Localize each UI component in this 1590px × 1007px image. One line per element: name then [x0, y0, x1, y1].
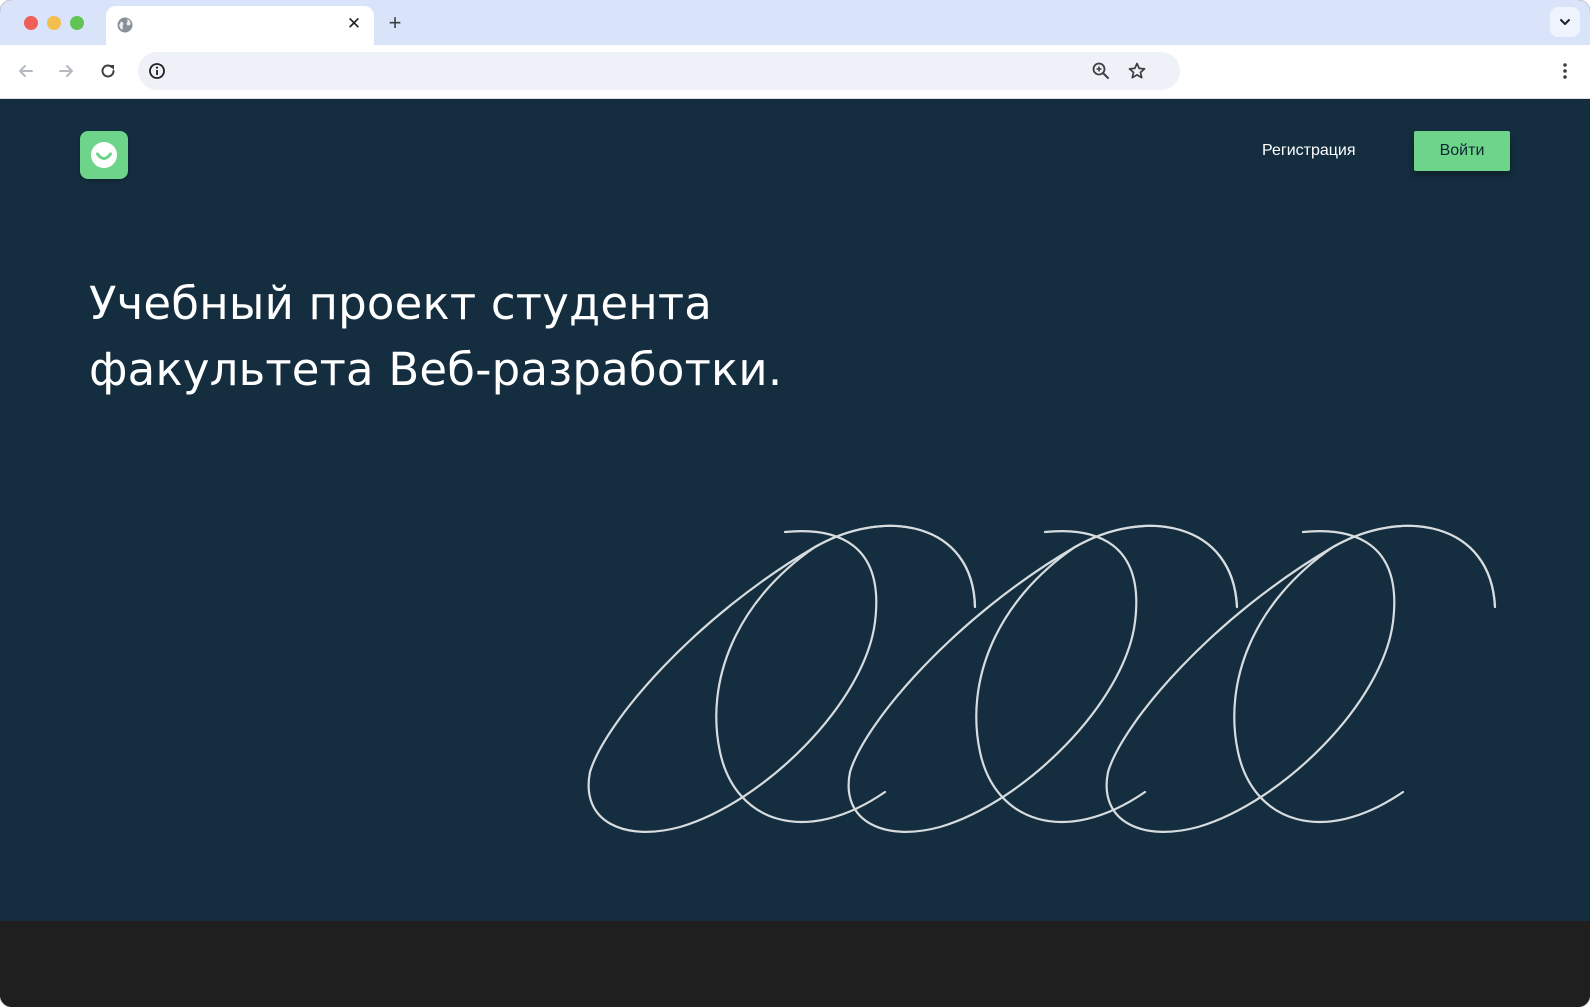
loop-1: [587, 524, 977, 833]
chevron-down-icon: [1560, 19, 1570, 25]
smiley-logo-icon: [91, 142, 117, 168]
star-icon: [1128, 62, 1146, 79]
browser-window: ✕ + Регистрация Войти Учебный проект сту…: [0, 0, 1590, 1007]
maximize-window-button[interactable]: [70, 16, 84, 30]
arrow-left-icon: [19, 65, 33, 77]
address-bar[interactable]: [138, 52, 1180, 90]
tab-search-button[interactable]: [1550, 7, 1580, 37]
zoom-in-icon: [1092, 62, 1109, 79]
register-link[interactable]: Регистрация: [1262, 139, 1356, 163]
new-tab-button[interactable]: +: [382, 10, 408, 36]
browser-menu-button[interactable]: [1552, 58, 1578, 84]
reload-button[interactable]: [95, 58, 121, 84]
url-input[interactable]: [182, 59, 1086, 85]
hero-title-line-1: Учебный проект студента: [89, 277, 713, 330]
browser-toolbar: [0, 45, 1590, 99]
page-footer: [0, 921, 1590, 1007]
minimize-window-button[interactable]: [47, 16, 61, 30]
loop-2: [715, 524, 977, 824]
login-button[interactable]: Войти: [1414, 131, 1510, 171]
back-button[interactable]: [13, 58, 39, 84]
tab-strip: ✕ +: [0, 0, 1590, 45]
reload-icon: [101, 64, 115, 78]
bookmark-button[interactable]: [1126, 60, 1148, 82]
zoom-button[interactable]: [1090, 60, 1112, 82]
page-hero: Регистрация Войти Учебный проект студент…: [0, 99, 1590, 921]
globe-icon: [116, 16, 134, 34]
site-info-button[interactable]: [146, 60, 168, 82]
info-icon: [149, 63, 165, 79]
decorative-loops: [587, 524, 1497, 833]
site-logo[interactable]: [80, 131, 128, 179]
kebab-menu-icon: [1563, 63, 1567, 79]
hero-title-line-2: факультета Веб-разработки.: [89, 343, 783, 396]
arrow-right-icon: [59, 65, 73, 77]
close-tab-button[interactable]: ✕: [344, 14, 364, 34]
forward-button[interactable]: [53, 58, 79, 84]
close-window-button[interactable]: [24, 16, 38, 30]
loop-6: [1233, 524, 1497, 824]
browser-tab[interactable]: ✕: [106, 6, 374, 45]
hero-title: Учебный проект студента факультета Веб-р…: [89, 271, 869, 403]
